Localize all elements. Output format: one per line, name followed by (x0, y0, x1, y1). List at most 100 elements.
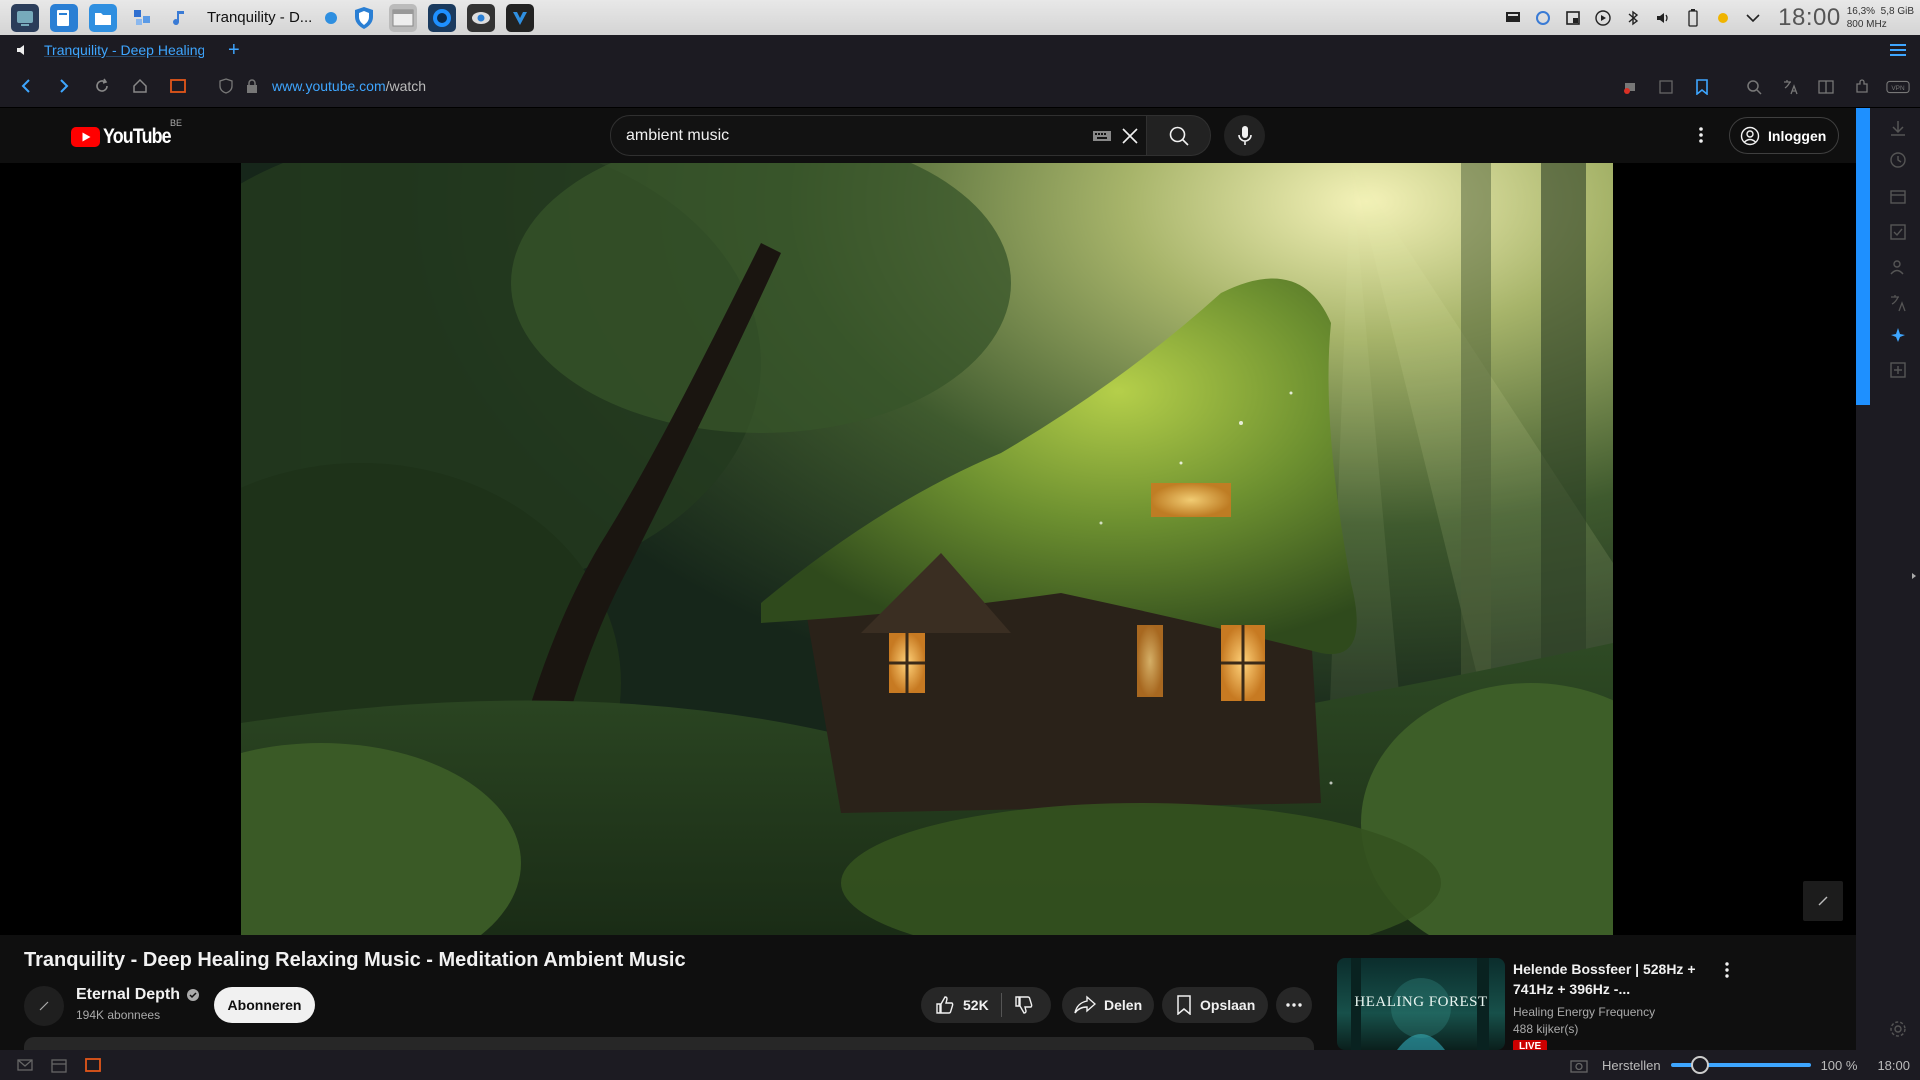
search-input[interactable] (626, 116, 1066, 155)
tab-title[interactable]: Tranquility - Deep Healing (44, 42, 204, 58)
camera-icon[interactable] (1570, 1057, 1588, 1073)
chevron-down-icon[interactable] (1744, 9, 1762, 27)
reload-button[interactable] (90, 74, 114, 98)
mail-icon[interactable] (16, 1056, 34, 1074)
like-separator (1000, 993, 1002, 1017)
home-button[interactable] (128, 74, 152, 98)
browser-app-icon[interactable] (428, 3, 457, 32)
more-options-icon[interactable] (1690, 124, 1712, 146)
blue-dot-icon[interactable] (323, 10, 339, 26)
notes-icon[interactable] (1889, 188, 1907, 206)
translate-panel-icon[interactable] (1889, 294, 1907, 312)
extensions-icon[interactable] (1850, 75, 1874, 99)
translate-icon[interactable] (1778, 75, 1802, 99)
tasks-icon[interactable] (1889, 223, 1907, 241)
browser-tab[interactable]: Tranquility - Deep Healing (0, 35, 212, 65)
expand-button[interactable] (1803, 881, 1843, 921)
status-clock: 18:00 (1877, 1057, 1910, 1073)
browser-tab-bar: Tranquility - Deep Healing + (0, 35, 1920, 65)
search-box[interactable] (610, 115, 1147, 156)
channel-avatar[interactable] (24, 986, 64, 1026)
browser-sidebar (1856, 108, 1920, 1050)
brave-shield-icon[interactable] (350, 4, 378, 32)
youtube-logo[interactable]: YouTube BE (71, 118, 183, 149)
channel-name[interactable]: Eternal Depth (76, 986, 200, 1004)
more-actions-button[interactable] (1276, 987, 1312, 1023)
signin-label: Inloggen (1768, 127, 1827, 144)
like-count[interactable]: 52K (963, 997, 989, 1013)
recommendation-title[interactable]: Helende Bossfeer | 528Hz + 741Hz + 396Hz… (1513, 959, 1703, 999)
new-tab-button[interactable]: + (228, 39, 240, 62)
panel-toggle-button[interactable] (166, 74, 190, 98)
media-play-icon[interactable] (1594, 9, 1612, 27)
window-app-icon[interactable] (389, 3, 418, 32)
contacts-icon[interactable] (1889, 258, 1907, 276)
vpn-icon[interactable]: VPN (1886, 75, 1910, 99)
channel-name-text[interactable]: Eternal Depth (76, 986, 180, 1004)
dislike-icon[interactable] (1014, 995, 1034, 1015)
bookmark-icon[interactable] (1690, 75, 1714, 99)
country-code: BE (170, 118, 183, 128)
eye-app-icon[interactable] (467, 3, 496, 32)
settings-gear-icon[interactable] (1889, 1020, 1907, 1038)
video-title: Tranquility - Deep Healing Relaxing Musi… (24, 949, 686, 971)
zoom-slider[interactable] (1670, 1056, 1811, 1074)
download-icon[interactable] (1889, 119, 1907, 137)
restore-zoom-button[interactable]: Herstellen (1602, 1058, 1661, 1073)
recommendation-menu-icon[interactable] (1717, 960, 1737, 980)
taskbar-active-window-title[interactable]: Tranquility - D... (207, 9, 312, 26)
extension-panel-icon[interactable] (1889, 326, 1907, 344)
save-icon (1177, 995, 1191, 1015)
clear-search-icon[interactable] (1119, 125, 1141, 147)
network-icon[interactable] (1534, 9, 1552, 27)
night-light-icon[interactable] (1714, 9, 1732, 27)
music-app-icon[interactable] (167, 4, 195, 32)
like-icon[interactable] (935, 995, 955, 1015)
recording-icon[interactable] (1618, 75, 1642, 99)
keyboard-icon[interactable] (1093, 131, 1111, 141)
file-manager-icon[interactable] (50, 3, 78, 32)
signin-button[interactable]: Inloggen (1729, 117, 1839, 154)
speaker-icon[interactable] (16, 43, 30, 57)
vivaldi-app-icon[interactable] (506, 3, 535, 32)
voice-search-button[interactable] (1224, 115, 1265, 156)
video-player[interactable] (0, 163, 1856, 935)
save-button[interactable]: Opslaan (1162, 987, 1268, 1023)
recommendation-thumbnail[interactable]: HEALING FOREST (1337, 958, 1505, 1050)
settings-app-icon[interactable] (128, 4, 156, 32)
zoom-slider-thumb[interactable] (1690, 1056, 1709, 1074)
youtube-masthead: YouTube BE Inloggen (0, 108, 1856, 163)
subscribe-button[interactable]: Abonneren (214, 987, 315, 1023)
toolbar-extensions: VPN (1606, 65, 1910, 108)
folder-app-icon[interactable] (89, 3, 117, 32)
status-bar-controls: Herstellen 100 % 18:00 (1570, 1050, 1920, 1080)
forward-button[interactable] (52, 74, 76, 98)
back-button[interactable] (14, 74, 38, 98)
recommendation-channel[interactable]: Healing Energy Frequency (1513, 1005, 1655, 1019)
sidebar-scroll-indicator[interactable] (1856, 108, 1870, 405)
share-button[interactable]: Delen (1062, 987, 1154, 1023)
clipboard-icon[interactable] (1564, 9, 1582, 27)
desktop-app-icon[interactable] (11, 3, 39, 32)
reader-view-icon[interactable] (1654, 75, 1678, 99)
battery-icon[interactable] (1684, 8, 1702, 27)
split-view-icon[interactable] (1814, 75, 1838, 99)
description-box[interactable] (24, 1037, 1314, 1050)
panel-icon[interactable] (84, 1056, 102, 1074)
search-icon[interactable] (1742, 75, 1766, 99)
volume-icon[interactable] (1654, 9, 1672, 27)
shield-icon[interactable] (214, 74, 238, 98)
history-icon[interactable] (1889, 151, 1907, 169)
calendar-icon[interactable] (50, 1056, 68, 1074)
notification-icon[interactable] (1504, 9, 1522, 27)
tab-menu-icon[interactable] (1890, 43, 1906, 57)
live-badge: LIVE (1513, 1040, 1548, 1050)
add-panel-icon[interactable] (1889, 361, 1907, 379)
search-icon (1169, 126, 1189, 146)
address-bar[interactable]: www.youtube.com/watch (272, 78, 426, 94)
taskbar-clock[interactable]: 18:00 (1778, 4, 1841, 32)
video-frame[interactable] (241, 163, 1613, 935)
sidebar-collapse-icon[interactable] (1910, 567, 1918, 585)
search-button[interactable] (1147, 115, 1211, 156)
bluetooth-icon[interactable] (1624, 9, 1642, 27)
